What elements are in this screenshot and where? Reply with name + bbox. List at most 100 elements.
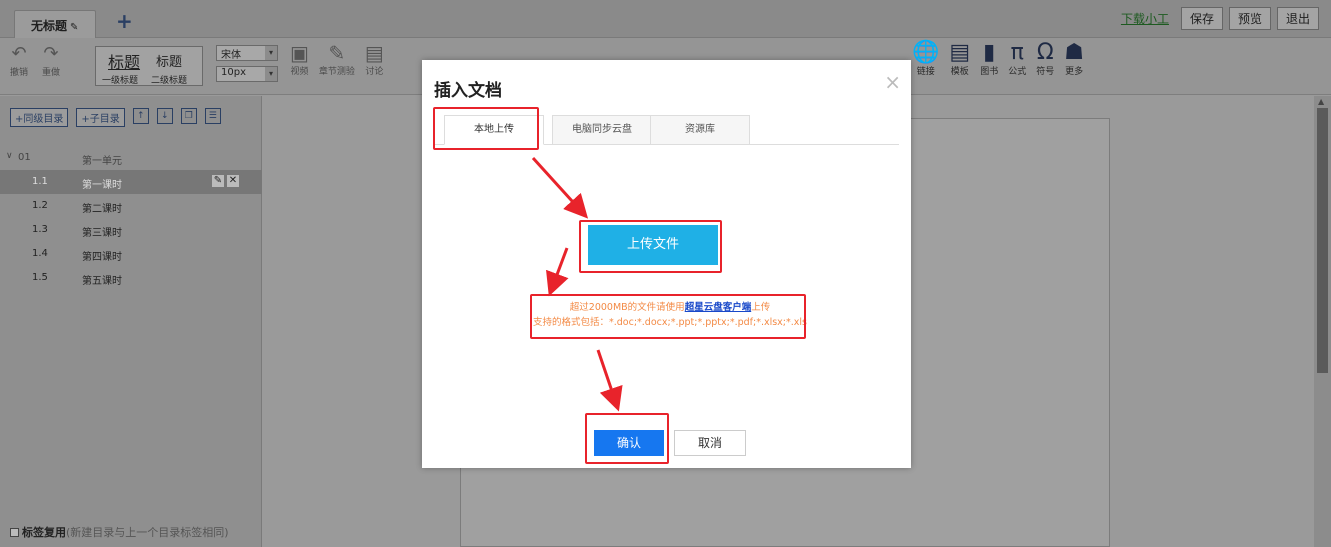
lesson-number: 1.5: [32, 272, 48, 283]
lesson-title: 第一课时: [82, 180, 122, 191]
import-icon[interactable]: ☰: [204, 108, 221, 124]
outline-lesson-row[interactable]: 1.5 第五课时: [0, 266, 262, 290]
upload-file-button[interactable]: 上传文件: [588, 225, 718, 265]
tag-reuse-checkbox[interactable]: [10, 528, 19, 537]
scrollbar-thumb[interactable]: [1317, 108, 1328, 373]
heading-style-picker[interactable]: 标题 标题 一级标题 二级标题: [95, 46, 203, 86]
unit-title: 第一单元: [82, 156, 122, 167]
unit-number: 01: [18, 152, 31, 163]
tool-label: 模板: [950, 67, 969, 77]
lesson-number: 1.1: [32, 176, 48, 187]
discussion-button[interactable]: ▤ 讨论: [365, 42, 384, 77]
supported-formats: 支持的格式包括：*.doc;*.docx;*.ppt;*.pptx;*.pdf;…: [533, 317, 807, 328]
preview-button[interactable]: 预览: [1228, 7, 1271, 30]
note-suffix: 上传: [751, 302, 771, 313]
dialog-title: 插入文档: [434, 81, 502, 101]
outline-lesson-row[interactable]: 1.1 第一课时 ✎ ✕: [0, 170, 262, 194]
tool-label: 符号: [1036, 67, 1055, 77]
confirm-button[interactable]: 确认: [594, 430, 664, 456]
outline-actions: +同级目录 +子目录 ↑ ↓ ❐ ☰: [10, 108, 221, 127]
lesson-number: 1.2: [32, 200, 48, 211]
chapter-quiz-label: 章节测验: [318, 67, 355, 77]
tool-label: 公式: [1008, 67, 1027, 77]
book-tool-button[interactable]: ▮ 图书: [980, 40, 999, 78]
outline-lesson-row[interactable]: 1.4 第四课时: [0, 242, 262, 266]
copy-icon[interactable]: ❐: [180, 108, 197, 124]
tag-reuse-note: (新建目录与上一个目录标签相同): [66, 526, 229, 539]
undo-button[interactable]: ↶ 撤销: [10, 43, 28, 78]
more-tool-button[interactable]: ☗ 更多: [1064, 40, 1084, 78]
edit-icon[interactable]: ✎: [212, 175, 224, 187]
cloud-client-link[interactable]: 超星云盘客户端: [685, 302, 752, 313]
outline-unit-row[interactable]: ∨ 01 第一单元: [0, 146, 262, 170]
download-tool-link[interactable]: 下载小工: [1121, 10, 1169, 27]
top-tab-bar: 无标题 ✎ + 下载小工 保存 预览 退出: [0, 0, 1331, 38]
chapter-quiz-button[interactable]: ✎ 章节测验: [319, 42, 355, 77]
discussion-label: 讨论: [365, 67, 384, 77]
omega-tool-button[interactable]: Ω 符号: [1036, 40, 1055, 78]
tool-label: 更多: [1065, 67, 1084, 77]
tab-resource-library[interactable]: 资源库: [650, 115, 750, 145]
outline-lesson-row[interactable]: 1.2 第二课时: [0, 194, 262, 218]
omega-icon: Ω: [1036, 40, 1054, 65]
quiz-icon: ✎: [328, 41, 346, 65]
heading2-sub: 二级标题: [151, 76, 188, 86]
book-icon: ▮: [983, 40, 996, 65]
tab-cloud-sync[interactable]: 电脑同步云盘: [552, 115, 652, 145]
exit-button[interactable]: 退出: [1276, 7, 1319, 30]
heading2-option[interactable]: 标题: [156, 51, 182, 70]
add-child-button[interactable]: +子目录: [76, 108, 125, 127]
move-up-icon[interactable]: ↑: [132, 108, 149, 124]
template-icon: ▤: [949, 40, 971, 65]
globe-icon: 🌐: [912, 40, 940, 65]
top-actions: 下载小工 保存 预览 退出: [1121, 7, 1319, 30]
add-tab-button[interactable]: +: [116, 9, 133, 33]
template-tool-button[interactable]: ▤ 模板: [949, 40, 971, 78]
note-prefix: 超过2000MB的文件请使用: [569, 302, 685, 313]
tag-reuse-label: 标签复用: [22, 526, 66, 539]
right-tools: 🌐 链接 ▤ 模板 ▮ 图书 π 公式 Ω 符号 ☗ 更多: [912, 40, 1084, 78]
dialog-tabs: 本地上传 电脑同步云盘 资源库: [434, 115, 899, 145]
heading1-option[interactable]: 标题: [108, 49, 140, 73]
heading1-sub: 一级标题: [102, 76, 139, 86]
move-down-icon[interactable]: ↓: [156, 108, 173, 124]
outline-sidebar: +同级目录 +子目录 ↑ ↓ ❐ ☰ ∨ 01 第一单元 1.1 第一课时 ✎ …: [0, 96, 262, 547]
delete-icon[interactable]: ✕: [227, 175, 239, 187]
add-sibling-button[interactable]: +同级目录: [10, 108, 69, 127]
lesson-title: 第五课时: [82, 276, 122, 287]
close-icon[interactable]: ×: [884, 70, 901, 94]
save-button[interactable]: 保存: [1180, 7, 1223, 30]
font-size-select[interactable]: 10px: [216, 66, 278, 82]
pencil-icon[interactable]: ✎: [70, 22, 78, 33]
lesson-title: 第三课时: [82, 228, 122, 239]
redo-button[interactable]: ↷ 重做: [42, 43, 60, 78]
outline-list: ∨ 01 第一单元 1.1 第一课时 ✎ ✕ 1.2 第二课时 1.3 第三课时…: [0, 146, 262, 290]
tool-label: 图书: [980, 67, 999, 77]
more-icon: ☗: [1064, 40, 1084, 65]
undo-icon: ↶: [11, 43, 27, 64]
tab-local-upload[interactable]: 本地上传: [444, 115, 544, 145]
globe-tool-button[interactable]: 🌐 链接: [912, 40, 940, 78]
video-label: 视频: [290, 67, 309, 77]
lesson-number: 1.4: [32, 248, 48, 259]
undo-redo-group: ↶ 撤销 ↷ 重做: [10, 43, 60, 78]
font-family-select[interactable]: 宋体: [216, 45, 278, 61]
discussion-icon: ▤: [364, 41, 384, 65]
insert-tools: ▣ 视频 ✎ 章节测验 ▤ 讨论: [290, 42, 384, 77]
pi-tool-button[interactable]: π 公式: [1008, 40, 1027, 78]
upload-note: 超过2000MB的文件请使用超星云盘客户端上传 支持的格式包括：*.doc;*.…: [530, 300, 810, 330]
redo-label: 重做: [42, 68, 61, 78]
lesson-title: 第四课时: [82, 252, 122, 263]
video-button[interactable]: ▣ 视频: [290, 42, 309, 77]
tag-reuse-option[interactable]: 标签复用(新建目录与上一个目录标签相同): [10, 524, 229, 540]
document-tab[interactable]: 无标题 ✎: [14, 10, 96, 38]
collapse-icon[interactable]: ∨: [6, 151, 13, 161]
document-tab-label: 无标题: [31, 19, 68, 33]
vertical-scrollbar[interactable]: ▲: [1314, 96, 1331, 547]
scroll-up-icon[interactable]: ▲: [1318, 97, 1324, 106]
cancel-button[interactable]: 取消: [674, 430, 746, 456]
outline-lesson-row[interactable]: 1.3 第三课时: [0, 218, 262, 242]
video-icon: ▣: [290, 41, 309, 65]
pi-icon: π: [1010, 40, 1024, 65]
tool-label: 链接: [916, 67, 935, 77]
